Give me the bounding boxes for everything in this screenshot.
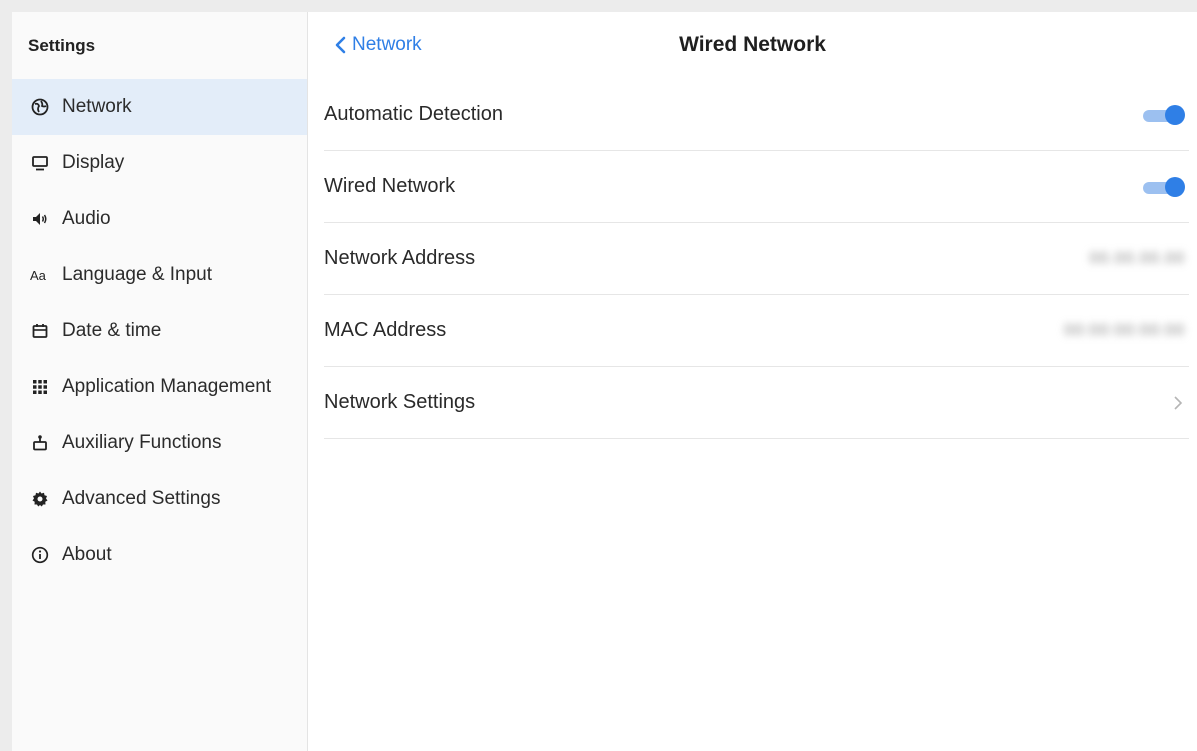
- sidebar-item-label: Advanced Settings: [62, 488, 221, 509]
- network-address-label: Network Address: [324, 247, 476, 269]
- sidebar-item-language-input[interactable]: Aa Language & Input: [12, 247, 307, 303]
- sidebar-item-audio[interactable]: Audio: [12, 191, 307, 247]
- speaker-icon: [30, 209, 50, 229]
- wired-network-row: Wired Network: [324, 151, 1189, 223]
- toggle-thumb: [1165, 104, 1185, 125]
- sidebar-item-advanced-settings[interactable]: Advanced Settings: [12, 471, 307, 527]
- network-address-value: 00.00.00.00: [1089, 249, 1185, 267]
- back-button[interactable]: Network: [334, 34, 422, 56]
- sidebar-nav: Network Display Audio Aa Language & Inpu…: [12, 79, 307, 583]
- globe-icon: [30, 97, 50, 117]
- settings-list: Automatic Detection Wired Network Networ…: [324, 79, 1189, 439]
- sidebar-item-display[interactable]: Display: [12, 135, 307, 191]
- wired-network-toggle[interactable]: [1143, 176, 1187, 198]
- network-settings-label: Network Settings: [324, 391, 476, 413]
- toggle-thumb: [1165, 176, 1185, 197]
- sidebar-item-auxiliary-functions[interactable]: Auxiliary Functions: [12, 415, 307, 471]
- settings-window: Settings Network Display Audio Aa Langua…: [12, 12, 1197, 751]
- wired-network-label: Wired Network: [324, 175, 456, 197]
- mac-address-row: MAC Address 00:00:00:00:00: [324, 295, 1189, 367]
- sidebar-item-label: Date & time: [62, 320, 162, 341]
- sidebar-item-label: Auxiliary Functions: [62, 432, 222, 453]
- info-icon: [30, 545, 50, 565]
- sidebar-item-application-management[interactable]: Application Management: [12, 359, 307, 415]
- automatic-detection-toggle[interactable]: [1143, 104, 1187, 126]
- header: Wired Network Network: [308, 12, 1197, 79]
- sidebar-item-label: Network: [62, 96, 132, 117]
- automatic-detection-label: Automatic Detection: [324, 103, 503, 125]
- sidebar-item-date-time[interactable]: Date & time: [12, 303, 307, 359]
- network-settings-row[interactable]: Network Settings: [324, 367, 1189, 439]
- mac-address-value: 00:00:00:00:00: [1064, 321, 1185, 339]
- monitor-icon: [30, 153, 50, 173]
- grid-icon: [30, 377, 50, 397]
- chevron-left-icon: [335, 36, 346, 54]
- sidebar-item-label: Language & Input: [62, 264, 213, 285]
- sidebar-item-network[interactable]: Network: [12, 79, 307, 135]
- back-label: Network: [352, 34, 422, 55]
- chevron-right-icon: [1174, 395, 1183, 410]
- gear-icon: [30, 489, 50, 509]
- sidebar-item-label: Audio: [62, 208, 111, 229]
- sidebar: Settings Network Display Audio Aa Langua…: [12, 12, 308, 751]
- accessibility-icon: [30, 433, 50, 453]
- network-address-row: Network Address 00.00.00.00: [324, 223, 1189, 295]
- sidebar-item-label: Display: [62, 152, 125, 173]
- text-aa-icon: Aa: [30, 265, 50, 285]
- calendar-icon: [30, 321, 50, 341]
- sidebar-item-about[interactable]: About: [12, 527, 307, 583]
- sidebar-title: Settings: [28, 36, 96, 55]
- sidebar-item-label: Application Management: [62, 376, 272, 397]
- main-panel: Wired Network Network Automatic Detectio…: [308, 12, 1197, 751]
- sidebar-item-label: About: [62, 544, 112, 565]
- automatic-detection-row: Automatic Detection: [324, 79, 1189, 151]
- mac-address-label: MAC Address: [324, 319, 447, 341]
- page-title: Wired Network: [679, 33, 826, 56]
- svg-text:Aa: Aa: [30, 268, 47, 283]
